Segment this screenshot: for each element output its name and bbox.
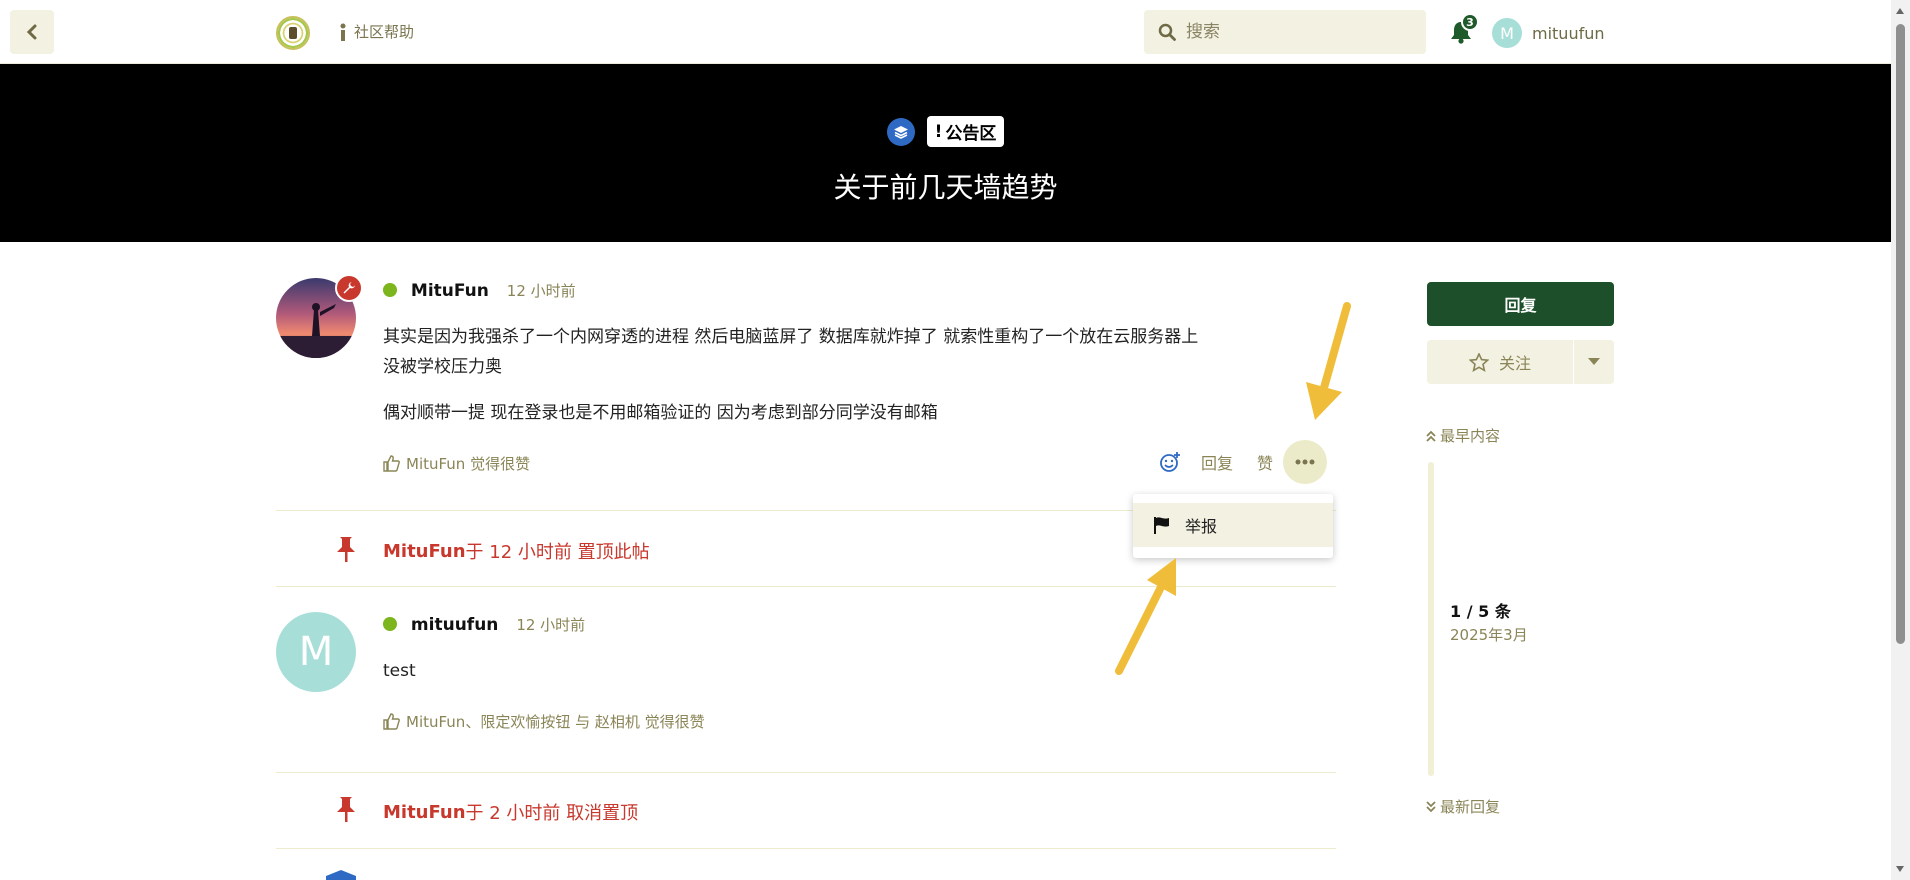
moderator-wrench-icon xyxy=(335,274,363,302)
event-user[interactable]: MituFun xyxy=(383,802,466,823)
back-button[interactable] xyxy=(10,10,54,54)
earliest-label: 最早内容 xyxy=(1440,427,1501,445)
scroll-down-arrow-icon[interactable] xyxy=(1896,866,1904,872)
annotation-arrow-icon xyxy=(1115,558,1176,675)
post-divider xyxy=(276,848,1336,849)
follow-options-button[interactable] xyxy=(1574,340,1614,384)
post-paragraph: 偶对顺带一提 现在登录也是不用邮箱验证的 因为考虑到部分同学没有邮箱 xyxy=(383,403,938,423)
smiley-plus-icon xyxy=(1160,452,1180,472)
post-author-avatar[interactable]: M xyxy=(276,612,356,692)
post-likes[interactable]: MituFun、限定欢愉按钮 与 赵相机 觉得很赞 xyxy=(383,711,705,732)
post-time[interactable]: 12 小时前 xyxy=(516,616,585,634)
online-status-dot xyxy=(383,617,397,631)
more-options-button[interactable] xyxy=(1283,440,1328,484)
timeline-latest-link[interactable]: 最新回复 xyxy=(1426,796,1500,817)
event-text: 于 12 小时前 置顶此帖 xyxy=(465,542,650,563)
latest-label: 最新回复 xyxy=(1440,798,1501,816)
report-label: 举报 xyxy=(1185,517,1218,536)
post-actions: 回复 赞 xyxy=(1155,440,1328,484)
post-header: mituufun 12 小时前 xyxy=(383,614,585,635)
caret-down-icon xyxy=(1588,358,1600,365)
topic-reply-button[interactable]: 回复 xyxy=(1427,282,1614,326)
post-likes[interactable]: MituFun 觉得很赞 xyxy=(383,453,530,474)
pin-icon xyxy=(337,537,355,562)
timeline-position: 1 / 5 条 xyxy=(1450,602,1511,621)
post-divider xyxy=(276,586,1336,587)
likes-text: MituFun、限定欢愉按钮 与 赵相机 觉得很赞 xyxy=(406,713,705,731)
post-content: 其实是因为我强杀了一个内网穿透的进程 然后电脑蓝屏了 数据库就炸掉了 就索性重构… xyxy=(383,322,1243,428)
post-paragraph: 没被学校压力奥 xyxy=(383,357,502,377)
post-header: MituFun 12 小时前 xyxy=(383,280,576,301)
follow-button[interactable]: 关注 xyxy=(1427,340,1573,384)
timeline-date: 2025年3月 xyxy=(1450,626,1528,644)
chevron-left-icon xyxy=(26,24,37,40)
community-help-label: 社区帮助 xyxy=(354,23,415,41)
topic-title: 关于前几天墙趋势 xyxy=(833,171,1058,204)
category-badge[interactable]: ! 公告区 xyxy=(926,116,1005,147)
star-icon xyxy=(1468,352,1489,372)
scroll-up-arrow-icon[interactable] xyxy=(1896,8,1904,14)
layers-icon xyxy=(886,117,915,146)
post-time[interactable]: 12 小时前 xyxy=(507,282,576,300)
shield-icon xyxy=(326,870,356,880)
search-icon xyxy=(1158,23,1176,41)
community-help-link[interactable]: 社区帮助 xyxy=(340,21,414,42)
event-text: 于 2 小时前 取消置顶 xyxy=(465,803,639,824)
category-row: ! 公告区 xyxy=(0,116,1891,147)
post-paragraph: 其实是因为我强杀了一个内网穿透的进程 然后电脑蓝屏了 数据库就炸掉了 就索性重构… xyxy=(383,327,1199,347)
search-box[interactable] xyxy=(1144,10,1426,54)
follow-label: 关注 xyxy=(1498,354,1531,373)
annotation-arrow-icon xyxy=(1306,302,1351,420)
unpin-event: MituFun 于 2 小时前 取消置顶 xyxy=(383,799,638,825)
post-author-name[interactable]: mituufun xyxy=(411,615,498,635)
double-chevron-up-icon xyxy=(1426,430,1436,442)
flag-icon xyxy=(1154,517,1169,534)
site-logo[interactable] xyxy=(276,16,310,50)
report-menu-item[interactable]: 举报 xyxy=(1133,503,1333,547)
post-divider xyxy=(276,772,1336,773)
site-header: 社区帮助 3 M mituufun xyxy=(0,0,1891,64)
timeline-earliest-link[interactable]: 最早内容 xyxy=(1426,425,1500,446)
add-reaction-button[interactable] xyxy=(1155,451,1185,473)
timeline-track[interactable] xyxy=(1428,462,1434,776)
online-status-dot xyxy=(383,283,397,297)
search-input[interactable] xyxy=(1186,22,1406,42)
info-icon xyxy=(340,23,346,41)
pin-icon xyxy=(337,797,355,822)
post-options-menu: 举报 xyxy=(1133,494,1333,558)
user-name[interactable]: mituufun xyxy=(1532,24,1605,43)
scrollbar-thumb[interactable] xyxy=(1896,24,1905,644)
reply-button[interactable]: 回复 xyxy=(1201,450,1233,474)
topic-banner xyxy=(0,64,1891,242)
exclamation-icon: ! xyxy=(934,121,943,142)
notification-count-badge: 3 xyxy=(1461,13,1479,31)
likes-text: MituFun 觉得很赞 xyxy=(406,455,531,473)
pin-event: MituFun 于 12 小时前 置顶此帖 xyxy=(383,538,650,564)
event-user[interactable]: MituFun xyxy=(383,541,466,562)
post-content: test xyxy=(383,661,416,681)
double-chevron-down-icon xyxy=(1426,800,1436,812)
thumbs-up-icon xyxy=(383,713,400,730)
thumbs-up-icon xyxy=(383,455,400,472)
category-label: 公告区 xyxy=(945,124,997,144)
like-button[interactable]: 赞 xyxy=(1257,450,1273,474)
page-scrollbar[interactable] xyxy=(1891,0,1910,880)
post-author-name[interactable]: MituFun xyxy=(411,281,489,301)
ellipsis-icon xyxy=(1295,459,1315,465)
user-avatar[interactable]: M xyxy=(1492,18,1522,48)
